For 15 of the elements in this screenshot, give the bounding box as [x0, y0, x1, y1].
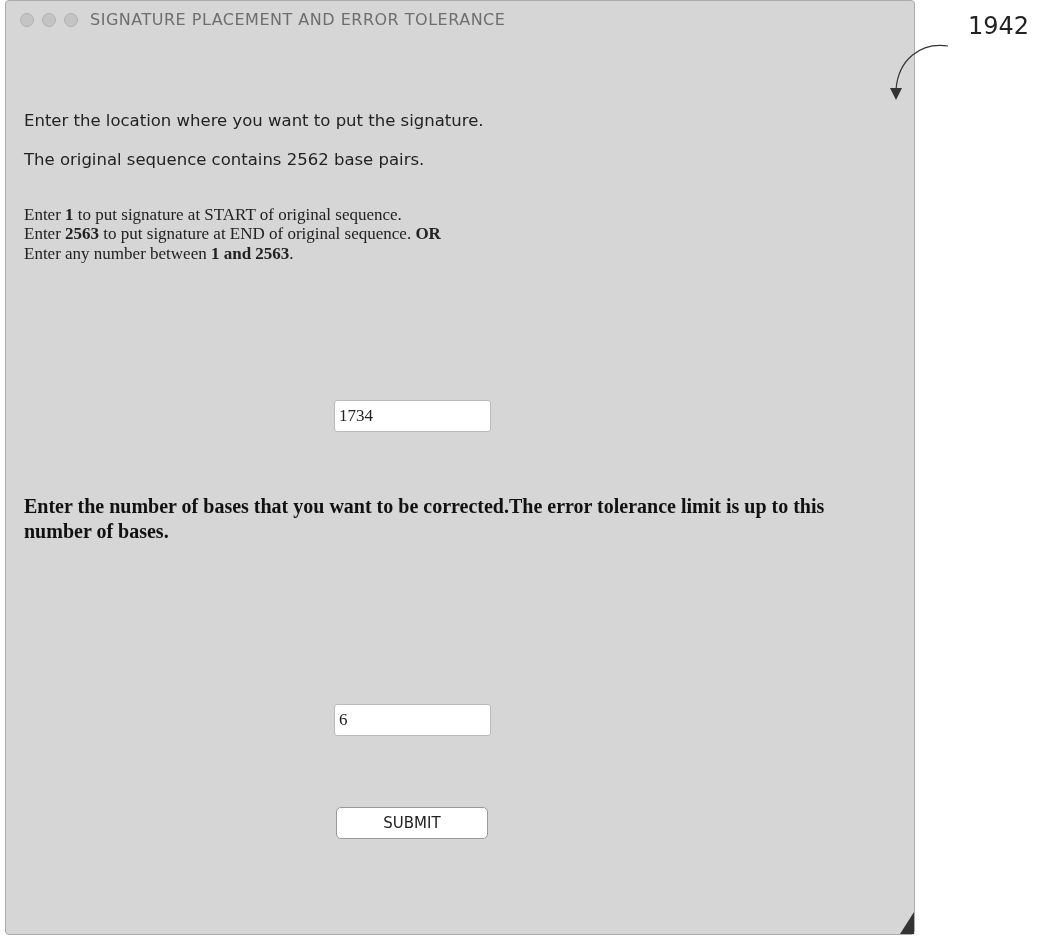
close-icon[interactable]: [20, 13, 34, 27]
location-field[interactable]: 1734: [334, 400, 491, 433]
window-title: SIGNATURE PLACEMENT AND ERROR TOLERANCE: [90, 9, 506, 31]
instruction-text: Enter 1 to put signature at START of original sequence.: [24, 204, 403, 225]
instruction-text: Enter the location where you want to put the signature.: [24, 110, 485, 132]
tolerance-field[interactable]: 6: [334, 704, 491, 737]
reference-label: 1942: [968, 11, 1030, 42]
instruction-text: Enter 2563 to put signature at END of original sequence. OR: [24, 224, 442, 244]
minimize-icon[interactable]: [42, 13, 56, 27]
instruction-text: Enter any number between 1 and 2563.: [24, 243, 295, 264]
maximize-icon[interactable]: [64, 13, 78, 27]
resize-grip-icon[interactable]: [900, 912, 914, 934]
submit-button[interactable]: SUBMIT: [336, 807, 488, 840]
instruction-text: The original sequence contains 2562 base pairs.: [24, 148, 426, 171]
tolerance-prompt: Enter the number of bases that you want to be corrected.The error tolerance limit is up to this number of bases.: [24, 494, 826, 545]
